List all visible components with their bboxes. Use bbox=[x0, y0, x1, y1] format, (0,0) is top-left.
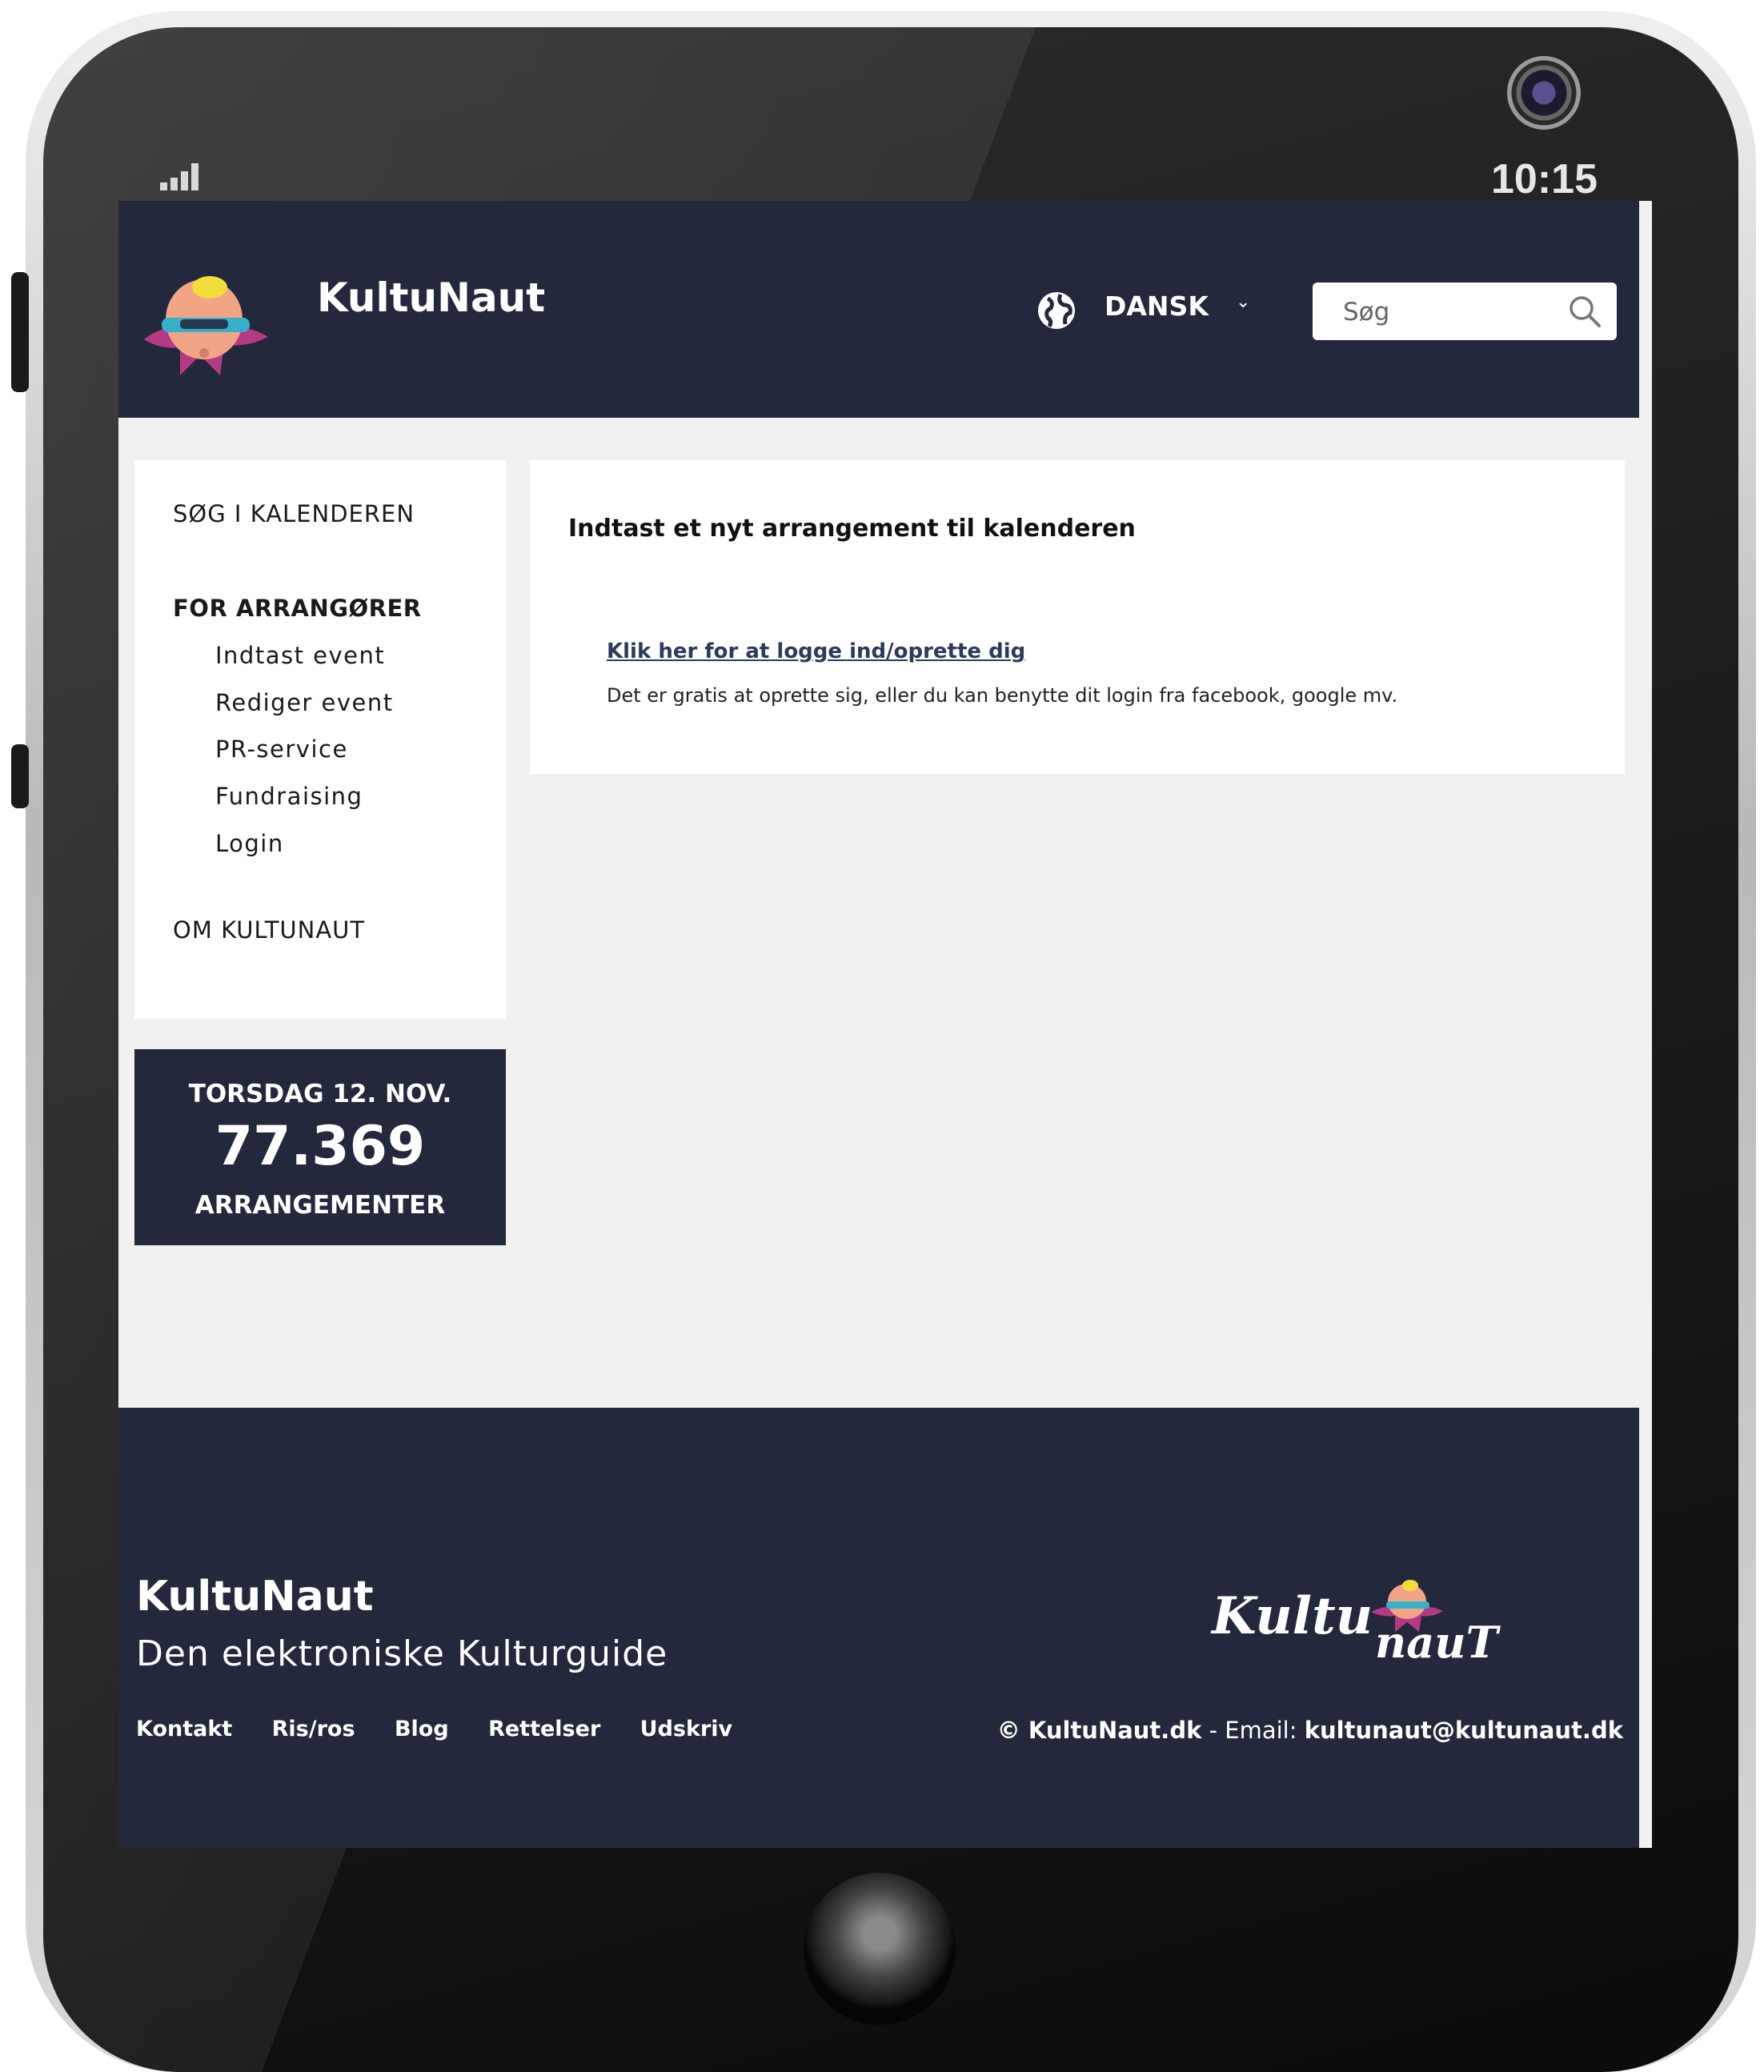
signal-icon bbox=[160, 163, 202, 190]
language-selector[interactable]: DANSK bbox=[1105, 291, 1209, 322]
footer-link-kontakt[interactable]: Kontakt bbox=[136, 1717, 232, 1741]
footer-links: Kontakt Ris/ros Blog Rettelser Udskriv bbox=[136, 1717, 764, 1741]
status-time: 10:15 bbox=[1491, 156, 1598, 202]
footer-subtitle: Den elektroniske Kulturguide bbox=[136, 1633, 668, 1674]
counter-date: TORSDAG 12. NOV. bbox=[188, 1080, 452, 1108]
home-button[interactable] bbox=[804, 1873, 956, 2025]
footer-link-udskriv[interactable]: Udskriv bbox=[640, 1717, 732, 1741]
chevron-down-icon[interactable]: ⌄ bbox=[1236, 292, 1250, 312]
nav-item-fundraising[interactable]: Fundraising bbox=[215, 783, 363, 810]
footer-title: KultuNaut bbox=[136, 1573, 374, 1621]
footer-email-link[interactable]: kultunaut@kultunaut.dk bbox=[1305, 1717, 1623, 1744]
search-box bbox=[1313, 283, 1617, 342]
site-logo[interactable] bbox=[136, 263, 272, 383]
site-footer: KultuNaut Den elektroniske Kulturguide K… bbox=[118, 1408, 1639, 1848]
astronaut-logo-icon bbox=[144, 276, 268, 375]
sidebar-menu: SØG I KALENDEREN FOR ARRANGØRER Indtast … bbox=[134, 460, 506, 1019]
footer-copyright-text[interactable]: © KultuNaut.dk bbox=[997, 1717, 1202, 1744]
nav-organizers-heading[interactable]: FOR ARRANGØRER bbox=[173, 595, 422, 622]
nav-item-login[interactable]: Login bbox=[215, 830, 284, 857]
event-counter: TORSDAG 12. NOV. 77.369 ARRANGEMENTER bbox=[134, 1049, 506, 1245]
counter-label: ARRANGEMENTER bbox=[194, 1191, 446, 1220]
camera-icon bbox=[1507, 56, 1581, 130]
footer-link-ris-ros[interactable]: Ris/ros bbox=[272, 1717, 355, 1741]
svg-text:nauT: nauT bbox=[1375, 1617, 1501, 1668]
svg-text:Kultu: Kultu bbox=[1210, 1586, 1373, 1646]
nav-item-rediger-event[interactable]: Rediger event bbox=[215, 689, 394, 716]
main-content: Indtast et nyt arrangement til kalendere… bbox=[530, 460, 1625, 774]
nav-item-indtast-event[interactable]: Indtast event bbox=[215, 642, 385, 669]
kultunaut-wordmark-logo-icon: Kultu nauT bbox=[1210, 1580, 1501, 1668]
nav-about[interactable]: OM KULTUNAUT bbox=[173, 916, 365, 944]
search-icon[interactable] bbox=[1567, 294, 1602, 329]
status-bar: 10:15 bbox=[118, 152, 1646, 202]
power-button bbox=[11, 744, 29, 808]
browser-viewport: KultuNaut DANSK ⌄ SØG I KALENDEREN FOR A… bbox=[118, 201, 1652, 1848]
nav-search-calendar[interactable]: SØG I KALENDEREN bbox=[173, 500, 415, 527]
footer-link-rettelser[interactable]: Rettelser bbox=[488, 1717, 600, 1741]
search-input[interactable] bbox=[1313, 283, 1585, 342]
globe-icon[interactable] bbox=[1036, 291, 1076, 331]
login-link[interactable]: Klik her for at logge ind/oprette dig bbox=[607, 639, 1025, 663]
nav-item-pr-service[interactable]: PR-service bbox=[215, 735, 348, 763]
footer-email-label: - Email: bbox=[1201, 1717, 1305, 1744]
footer-logo[interactable]: Kultu nauT bbox=[1207, 1568, 1583, 1675]
page-title: Indtast et nyt arrangement til kalendere… bbox=[568, 515, 1136, 543]
counter-value: 77.369 bbox=[214, 1115, 426, 1178]
site-title[interactable]: KultuNaut bbox=[317, 275, 545, 321]
login-info-text: Det er gratis at oprette sig, eller du k… bbox=[607, 684, 1398, 707]
footer-copyright: © KultuNaut.dk - Email: kultunaut@kultun… bbox=[997, 1717, 1623, 1744]
site-header: KultuNaut DANSK ⌄ bbox=[118, 201, 1639, 418]
volume-button bbox=[11, 272, 29, 392]
footer-link-blog[interactable]: Blog bbox=[395, 1717, 449, 1741]
